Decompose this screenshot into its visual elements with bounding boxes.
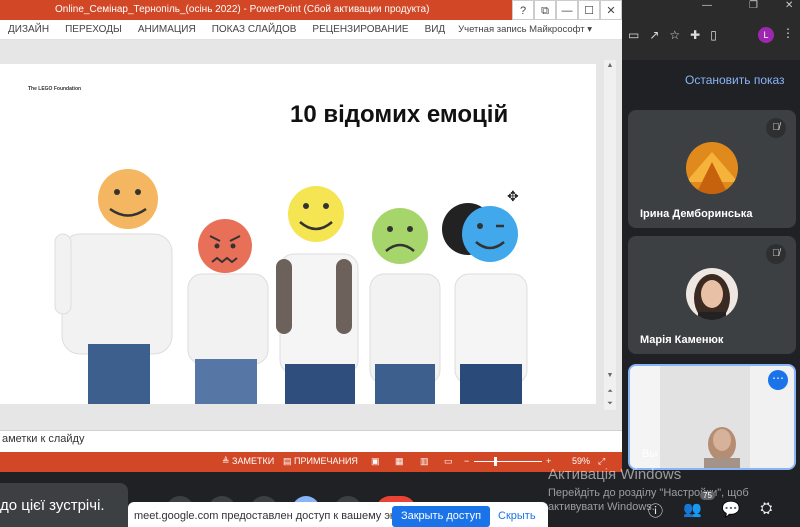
reading-view-icon[interactable]: ▥: [420, 456, 429, 467]
notes-placeholder: аметки к слайду: [2, 433, 85, 445]
browser-close-icon[interactable]: ✕: [785, 0, 793, 16]
notes-pane[interactable]: аметки к слайду: [0, 430, 622, 450]
zoom-slider[interactable]: [474, 461, 542, 462]
next-slide-icon[interactable]: ⏷: [604, 398, 616, 410]
help-button[interactable]: ?: [512, 0, 534, 20]
zoom-out-icon[interactable]: −: [464, 456, 469, 466]
browser-restore-icon[interactable]: ❐: [749, 0, 758, 16]
comments-toggle-label: ПРИМЕЧАНИЯ: [294, 456, 358, 466]
ppt-statusbar: ≜ ЗАМЕТКИ ▤ ПРИМЕЧАНИЯ ▣ ▦ ▥ ▭ − + 59% ⤢: [0, 452, 622, 472]
tab-animation[interactable]: АНИМАЦИЯ: [138, 24, 196, 35]
slide-sorter-icon[interactable]: ▦: [395, 456, 404, 467]
person-2: [187, 219, 269, 404]
mic-off-icon: 🎙̸: [766, 244, 786, 264]
participant-name-1: Ірина Демборинська: [640, 208, 753, 220]
zoom-slider-thumb[interactable]: [494, 457, 497, 466]
toast-text: до цієї зустрічі.: [0, 497, 105, 514]
info-icon[interactable]: ⓘ: [648, 500, 663, 521]
tab-review[interactable]: РЕЦЕНЗИРОВАНИЕ: [312, 24, 408, 35]
slide-workspace: The LEGO Foundation 10 відомих емоцій ✥: [0, 40, 622, 430]
minimize-button[interactable]: —: [556, 0, 578, 20]
participant-avatar-2: [686, 268, 738, 320]
self-name: Вы: [642, 448, 658, 460]
chat-icon[interactable]: 💬: [722, 500, 741, 521]
profile-avatar[interactable]: L: [758, 27, 774, 43]
mic-off-icon: 🎙̸: [766, 118, 786, 138]
powerpoint-window: Online_Семінар_Тернопіль_(осінь 2022) - …: [0, 0, 622, 472]
person-4: [369, 208, 441, 404]
share-notice-text: meet.google.com предоставлен доступ к ва…: [134, 510, 421, 522]
self-video-tile[interactable]: ⋯ Вы: [628, 364, 796, 470]
person-5: [442, 203, 528, 404]
participant-name-2: Марія Каменюк: [640, 334, 724, 346]
emotions-photo: [54, 169, 528, 404]
meet-side-icons: ⓘ 👥 💬 ⛭: [648, 500, 772, 521]
prev-slide-icon[interactable]: ⏶: [604, 386, 616, 398]
notification-toast: до цієї зустрічі.: [0, 483, 128, 527]
scroll-up-icon[interactable]: ▲: [604, 60, 616, 72]
screen-share-notice: meet.google.com предоставлен доступ к ва…: [128, 502, 548, 527]
participant-tile-1[interactable]: 🎙̸ Ірина Демборинська: [628, 110, 796, 228]
tab-transitions[interactable]: ПЕРЕХОДЫ: [65, 24, 122, 35]
ppt-titlebar: Online_Семінар_Тернопіль_(осінь 2022) - …: [0, 0, 622, 20]
comments-toggle-button[interactable]: ▤ ПРИМЕЧАНИЯ: [283, 456, 358, 467]
ppt-ribbon: ДИЗАЙН ПЕРЕХОДЫ АНИМАЦИЯ ПОКАЗ СЛАЙДОВ Р…: [0, 20, 622, 60]
browser-toolbar: — ❐ ✕ ▭ ↗ ☆ ✚ ▯ L ⋮: [622, 0, 800, 60]
notes-toggle-label: ЗАМЕТКИ: [232, 456, 275, 466]
sidepanel-icon[interactable]: ▯: [710, 28, 717, 42]
person-3: [276, 186, 359, 404]
stop-sharing-button[interactable]: Закрыть доступ: [392, 506, 490, 527]
maximize-button[interactable]: ☐: [578, 0, 600, 20]
account-menu[interactable]: Учетная запись Майкрософт ▾: [458, 24, 592, 35]
close-button[interactable]: ✕: [600, 0, 622, 20]
notes-toggle-button[interactable]: ≜ ЗАМЕТКИ: [222, 456, 274, 467]
person-1: [54, 169, 173, 404]
activation-title: Активація Windows: [548, 466, 682, 483]
tab-design[interactable]: ДИЗАЙН: [8, 24, 49, 35]
browser-icons: ▭ ↗ ☆ ✚ ▯: [628, 28, 717, 42]
activities-icon[interactable]: ⛭: [760, 500, 772, 521]
slide-canvas[interactable]: The LEGO Foundation 10 відомих емоцій ✥: [0, 64, 596, 404]
zoom-level[interactable]: 59%: [572, 456, 590, 466]
vertical-scrollbar[interactable]: ▲ ▼ ⏶ ⏷: [604, 60, 616, 410]
browser-minimize-icon[interactable]: —: [702, 0, 712, 16]
stop-presenting-button[interactable]: Остановить показ: [685, 73, 785, 87]
screen: Online_Семінар_Тернопіль_(осінь 2022) - …: [0, 0, 800, 527]
browser-menu-icon[interactable]: ⋮: [782, 26, 794, 40]
participant-count-badge: 75: [700, 491, 715, 500]
extensions-icon[interactable]: ✚: [690, 28, 700, 42]
hide-notice-link[interactable]: Скрыть: [498, 510, 536, 522]
activation-line-1: Перейдіть до розділу "Настройки", щоб: [548, 487, 749, 499]
tab-view[interactable]: ВИД: [425, 24, 446, 35]
bookmark-star-icon[interactable]: ☆: [669, 28, 680, 42]
ribbon-display-button[interactable]: ⧉: [534, 0, 556, 20]
cast-icon[interactable]: ▭: [628, 28, 639, 42]
people-icon[interactable]: 👥: [683, 500, 702, 521]
participant-tile-2[interactable]: 🎙̸ Марія Каменюк: [628, 236, 796, 354]
share-icon[interactable]: ↗: [649, 28, 659, 42]
participant-avatar-1: [686, 142, 738, 194]
zoom-in-icon[interactable]: +: [546, 456, 551, 466]
scroll-down-icon[interactable]: ▼: [604, 370, 616, 382]
normal-view-icon[interactable]: ▣: [371, 456, 380, 467]
ribbon-tabs: ДИЗАЙН ПЕРЕХОДЫ АНИМАЦИЯ ПОКАЗ СЛАЙДОВ Р…: [8, 24, 445, 35]
ppt-window-title: Online_Семінар_Тернопіль_(осінь 2022) - …: [55, 4, 430, 15]
window-controls: ? ⧉ — ☐ ✕: [512, 0, 622, 20]
slideshow-view-icon[interactable]: ▭: [444, 456, 453, 467]
more-options-icon[interactable]: ⋯: [768, 370, 788, 390]
tab-slideshow[interactable]: ПОКАЗ СЛАЙДОВ: [212, 24, 297, 35]
